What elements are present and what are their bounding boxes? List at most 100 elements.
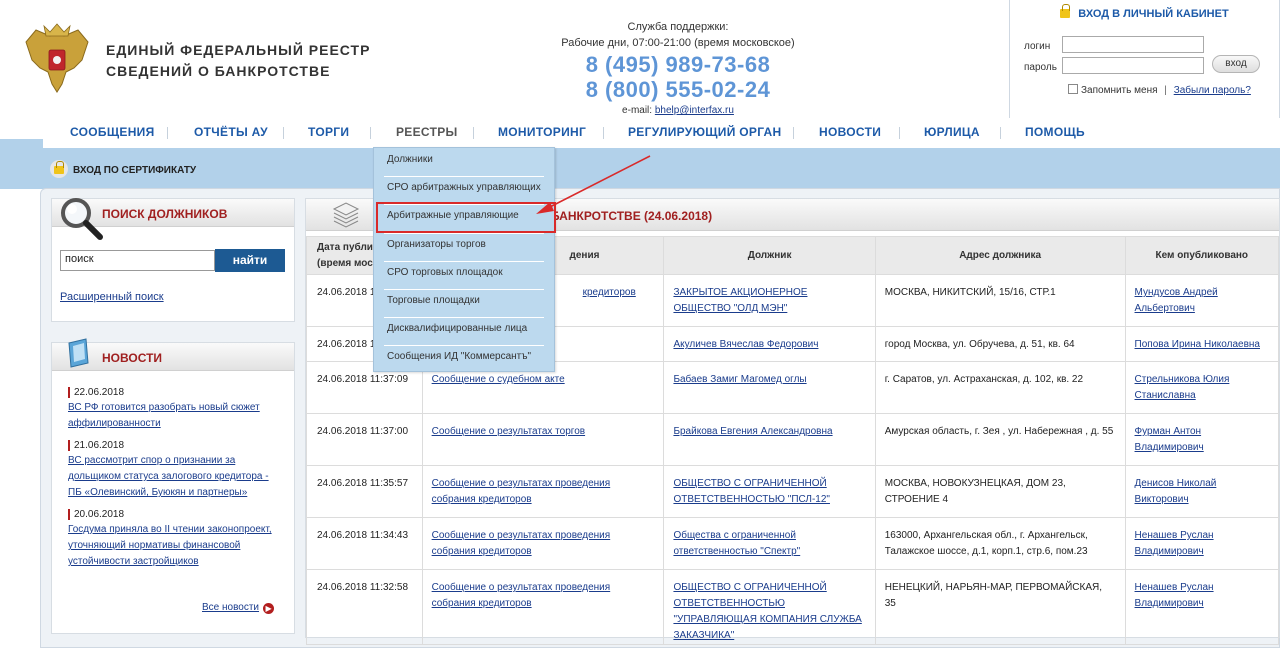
publisher-link[interactable]: Попова Ирина Николаевна [1135,339,1260,350]
password-input[interactable] [1062,57,1204,74]
news-date: 20.06.2018 [68,509,278,520]
remember-checkbox[interactable] [1068,84,1078,94]
dropdown-item-auction-organizers[interactable]: Организаторы торгов [374,233,554,261]
debtor-link[interactable]: ОБЩЕСТВО С ОГРАНИЧЕННОЙ ОТВЕТСТВЕННОСТЬЮ… [673,478,830,505]
site-title-line2: СВЕДЕНИЙ О БАНКРОТСТВЕ [106,63,331,79]
support-email-link[interactable]: bhelp@interfax.ru [655,105,734,116]
news-link[interactable]: Госдума приняла во II чтении законопроек… [68,522,278,570]
nav-separator [793,127,794,139]
cell-debtor: ОБЩЕСТВО С ОГРАНИЧЕННОЙ ОТВЕТСТВЕННОСТЬЮ… [663,465,876,518]
debtor-link[interactable]: ЗАКРЫТОЕ АКЦИОНЕРНОЕ ОБЩЕСТВО "ОЛД МЭН" [673,287,807,314]
debtor-search-input[interactable]: поиск [60,250,215,271]
nav-item-registries[interactable]: РЕЕСТРЫ [396,125,458,139]
dropdown-item-label: Дисквалифицированные лица [387,323,528,334]
nav-item-companies[interactable]: ЮРЛИЦА [924,125,980,139]
debtor-search-panel: ПОИСК ДОЛЖНИКОВ поиск найти Расширенный … [51,198,295,322]
certificate-login-label: ВХОД ПО СЕРТИФИКАТУ [73,165,197,176]
dropdown-item-sro-platforms[interactable]: СРО торговых площадок [374,261,554,289]
all-news-link[interactable]: Все новости [202,602,259,613]
message-type-link[interactable]: Сообщение о результатах проведения собра… [432,582,611,609]
lock-icon [54,161,64,174]
cell-date: 24.06.2018 11:34:43 [306,517,423,570]
nav-item-messages[interactable]: СООБЩЕНИЯ [70,125,155,139]
nav-item-regulator[interactable]: РЕГУЛИРУЮЩИЙ ОРГАН [628,125,781,139]
login-box: ВХОД В ЛИЧНЫЙ КАБИНЕТ логин пароль вход … [1009,0,1280,120]
support-phone-1: 8 (495) 989-73-68 [585,52,771,77]
login-input[interactable] [1062,36,1204,53]
nav-separator [603,127,604,139]
debtor-link[interactable]: Общества с ограниченной ответственностью… [673,530,800,557]
dropdown-item-sro-au[interactable]: СРО арбитражных управляющих [374,176,554,204]
column-header-publisher[interactable]: Кем опубликовано [1124,236,1280,275]
news-list: 22.06.2018 ВС РФ готовится разобрать нов… [68,387,278,578]
support-title: Служба поддержки: [627,21,729,33]
column-header-address[interactable]: Адрес должника [874,236,1126,275]
dropdown-item-label: Должники [387,154,433,165]
dropdown-item-label: Организаторы торгов [387,239,486,250]
search-button[interactable]: найти [215,249,285,272]
forgot-password-link[interactable]: Забыли пароль? [1174,85,1251,96]
nav-item-help[interactable]: ПОМОЩЬ [1025,125,1085,139]
news-link[interactable]: ВС рассмотрит спор о признании за дольщи… [68,453,278,501]
publisher-link[interactable]: Стрельникова Юлия Станиславна [1135,374,1230,401]
lock-icon [1060,4,1071,18]
cell-address: МОСКВА, НИКИТСКИЙ, 15/16, СТР.1 [874,274,1126,327]
news-item: 21.06.2018 ВС рассмотрит спор о признани… [68,440,278,501]
cell-publisher: Попова Ирина Николаевна [1124,326,1280,362]
dropdown-item-label: СРО арбитражных управляющих [387,182,541,193]
site-title[interactable]: ЕДИНЫЙ ФЕДЕРАЛЬНЫЙ РЕЕСТР СВЕДЕНИЙ О БАН… [106,40,370,82]
debtor-link[interactable]: ОБЩЕСТВО С ОГРАНИЧЕННОЙ ОТВЕТСТВЕННОСТЬЮ… [673,582,861,641]
dropdown-item-debtors[interactable]: Должники [374,148,554,176]
debtor-link[interactable]: Бабаев Замиг Магомед оглы [673,374,806,385]
cell-debtor: ЗАКРЫТОЕ АКЦИОНЕРНОЕ ОБЩЕСТВО "ОЛД МЭН" [663,274,876,327]
publisher-link[interactable]: Мундусов Андрей Альбертович [1135,287,1218,314]
dropdown-item-disqualified[interactable]: Дисквалифицированные лица [374,317,554,345]
publisher-link[interactable]: Ненашев Руслан Владимирович [1135,582,1214,609]
nav-separator [473,127,474,139]
nav-item-news[interactable]: НОВОСТИ [819,125,881,139]
news-panel-title: НОВОСТИ [102,351,163,365]
news-link[interactable]: ВС РФ готовится разобрать новый сюжет аф… [68,400,278,432]
debtor-link[interactable]: Акуличев Вячеслав Федорович [673,339,818,350]
remember-separator: | [1164,85,1167,96]
nav-item-reports[interactable]: ОТЧЁТЫ АУ [194,125,268,139]
dropdown-item-label: СРО торговых площадок [387,267,503,278]
nav-separator [370,127,371,139]
publisher-link[interactable]: Денисов Николай Викторович [1135,478,1217,505]
debtor-link[interactable]: Брайкова Евгения Александровна [673,426,832,437]
news-item: 22.06.2018 ВС РФ готовится разобрать нов… [68,387,278,432]
nav-separator [899,127,900,139]
login-title: ВХОД В ЛИЧНЫЙ КАБИНЕТ [1010,4,1279,20]
dropdown-item-kommersant[interactable]: Сообщения ИД "Коммерсантъ" [374,345,554,373]
cell-address: МОСКВА, НОВОКУЗНЕЦКАЯ, ДОМ 23, СТРОЕНИЕ … [874,465,1126,518]
dropdown-item-trading-platforms[interactable]: Торговые площадки [374,289,554,317]
publisher-link[interactable]: Ненашев Руслан Владимирович [1135,530,1214,557]
column-header-type-text: дения [569,250,600,261]
cell-publisher: Стрельникова Юлия Станиславна [1124,361,1280,414]
advanced-search-link[interactable]: Расширенный поиск [60,291,164,303]
column-header-debtor[interactable]: Должник [663,236,876,275]
message-type-link[interactable]: Сообщение о результатах торгов [432,426,585,437]
email-label: e-mail: [622,105,653,116]
cell-date: 24.06.2018 11:32:58 [306,569,423,645]
cell-publisher: Ненашев Руслан Владимирович [1124,569,1280,645]
message-type-link[interactable]: Сообщение о результатах проведения собра… [432,478,611,505]
message-type-link[interactable]: кредиторов [583,287,636,298]
certificate-login[interactable]: ВХОД ПО СЕРТИФИКАТУ [50,160,196,178]
dropdown-item-arbitration-managers[interactable]: Арбитражные управляющие [376,202,556,233]
coat-of-arms-logo[interactable] [22,22,92,96]
arrow-right-icon[interactable]: ▶ [263,603,275,614]
cell-publisher: Денисов Николай Викторович [1124,465,1280,518]
password-label: пароль [1024,62,1057,73]
message-type-link[interactable]: Сообщение о судебном акте [432,374,565,385]
publisher-link[interactable]: Фурман Антон Владимирович [1135,426,1204,453]
all-news-row: Все новости ▶ [202,602,275,614]
nav-item-auctions[interactable]: ТОРГИ [308,125,349,139]
cell-publisher: Мундусов Андрей Альбертович [1124,274,1280,327]
nav-item-monitoring[interactable]: МОНИТОРИНГ [498,125,586,139]
news-panel: НОВОСТИ 22.06.2018 ВС РФ готовится разоб… [51,338,295,634]
login-submit-button[interactable]: вход [1212,55,1260,73]
cell-publisher: Фурман Антон Владимирович [1124,413,1280,466]
message-type-link[interactable]: Сообщение о результатах проведения собра… [432,530,611,557]
news-date: 22.06.2018 [68,387,278,398]
